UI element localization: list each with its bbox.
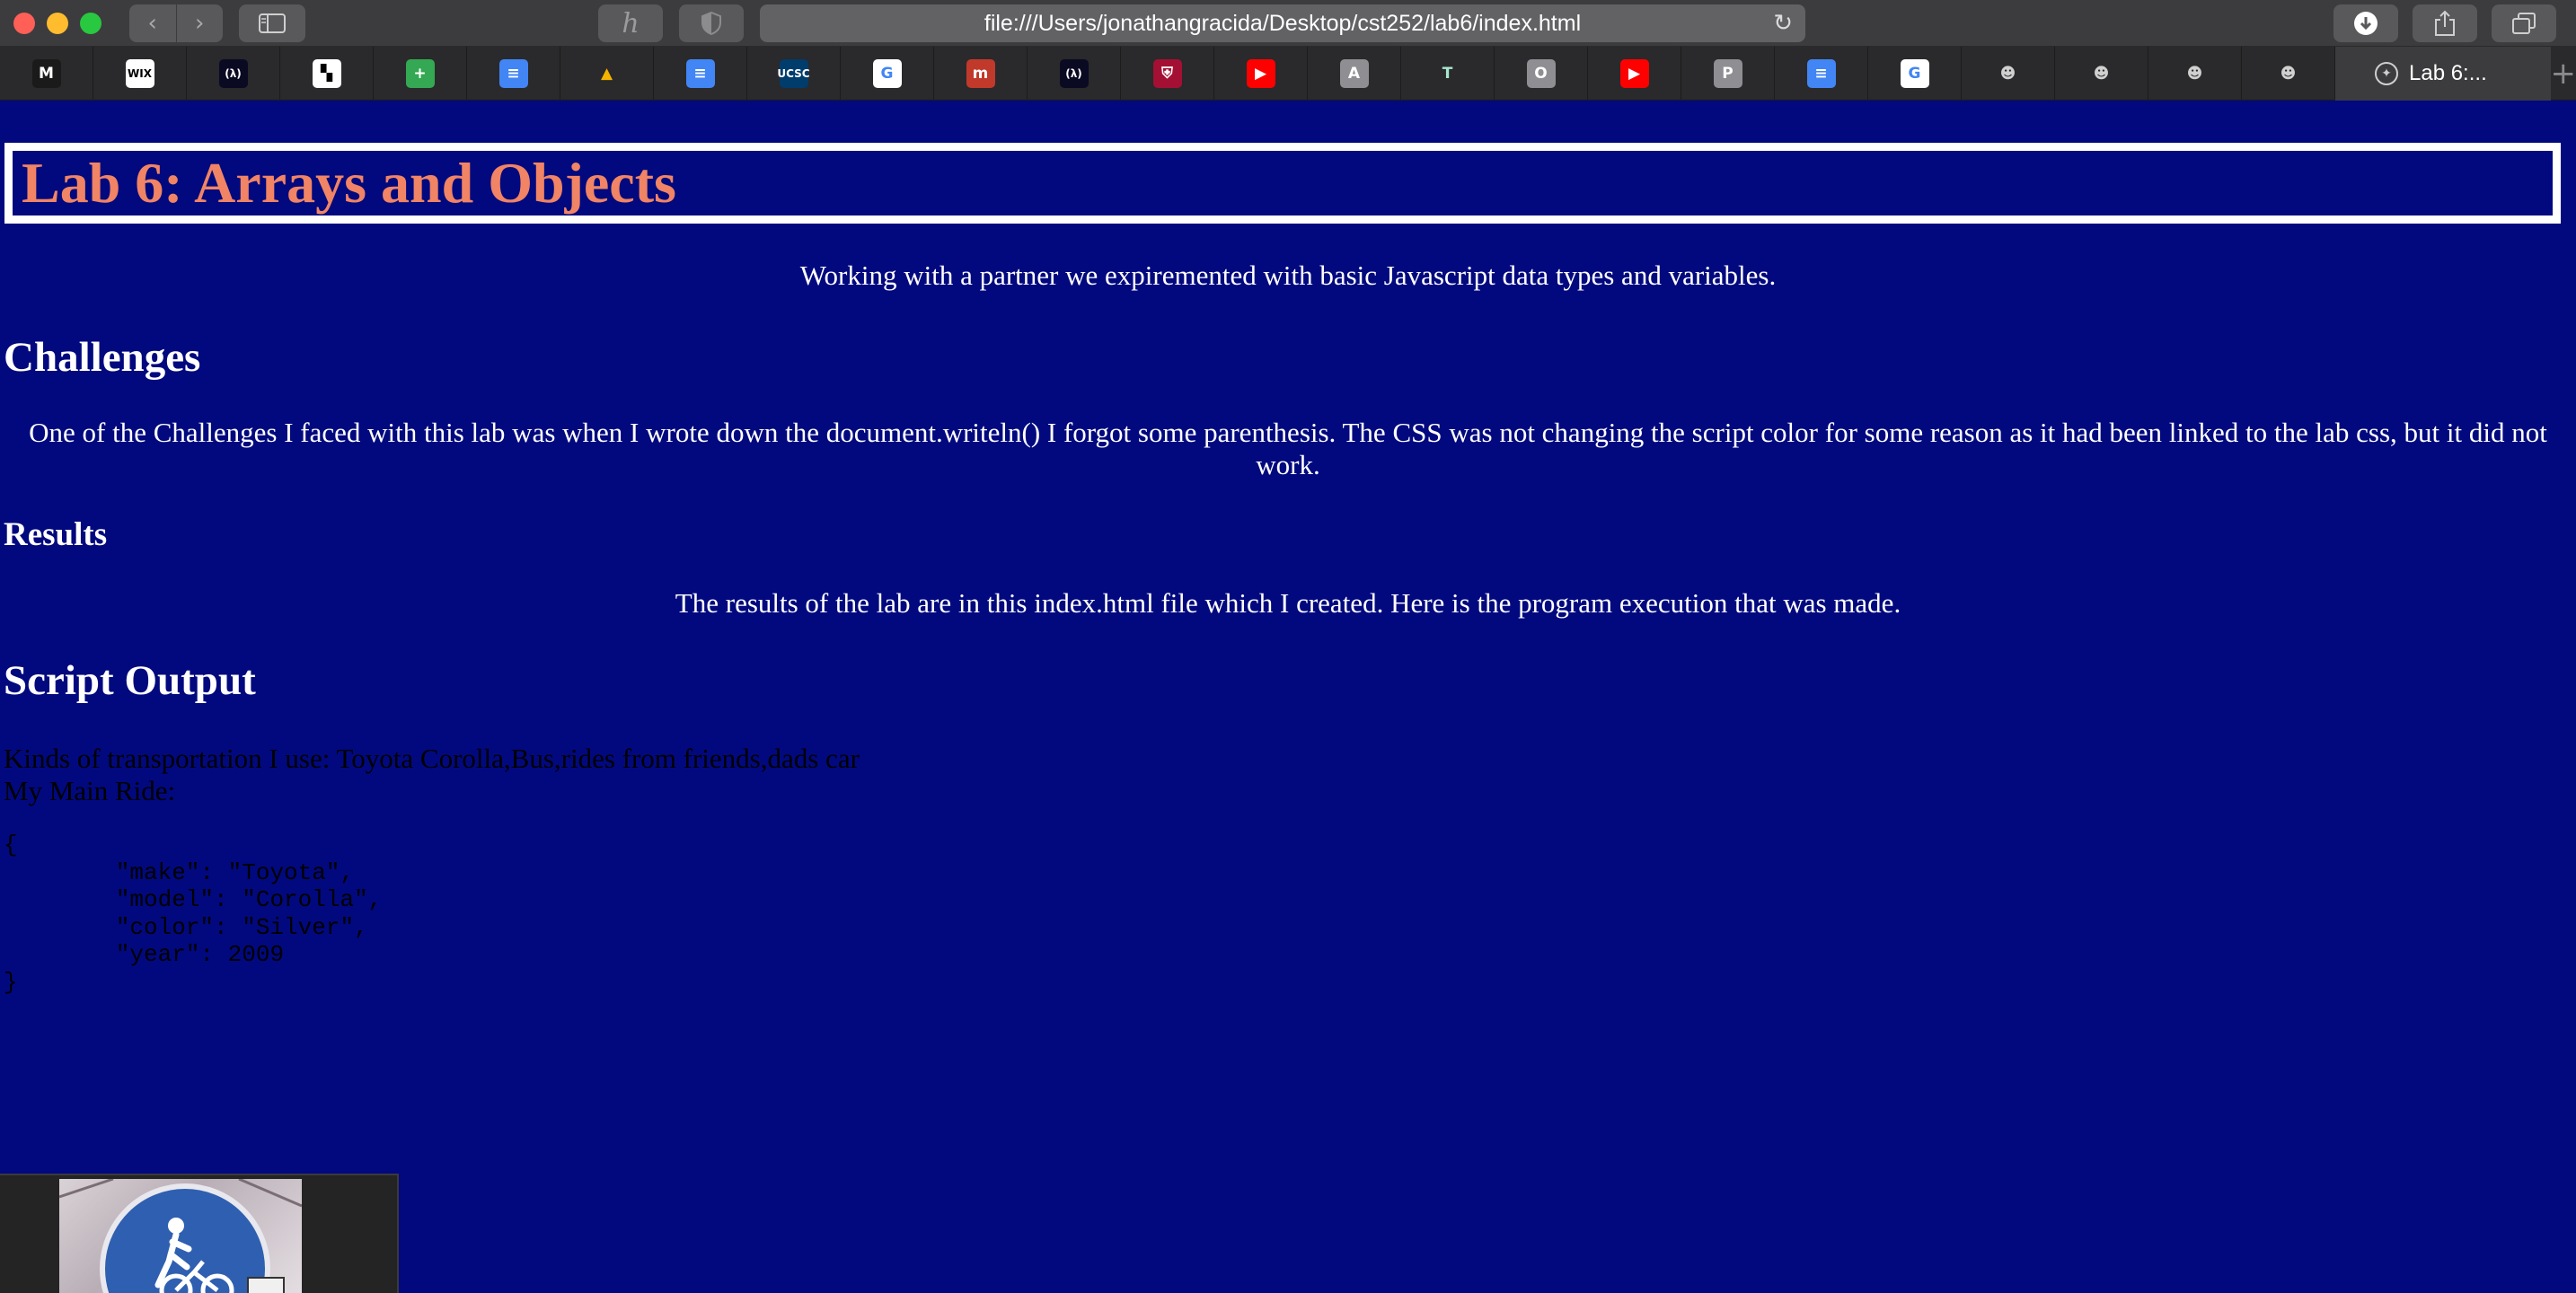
tab-strip: M WIX (λ) ▚ + ≡ ▲ ≡ UCSC Gm (λ) ⛨ ▶ A T O ▶ P ≡ G ☻ ☻ ☻ ☻ ✦ Lab… [0, 47, 2576, 101]
chevron-right-icon: › [195, 10, 205, 37]
nav-buttons: ‹ › [129, 4, 223, 42]
url-text: file:///Users/jonathangracida/Desktop/cs… [984, 10, 1582, 36]
pinned-tab[interactable]: G [1868, 47, 1962, 101]
github-icon: ☻ [2273, 59, 2303, 88]
medium-icon: M [31, 59, 61, 88]
google-docs-icon: ≡ [498, 59, 528, 88]
sidebar-toggle-button[interactable] [239, 4, 305, 42]
pinned-tabs: M WIX (λ) ▚ + ≡ ▲ ≡ UCSC Gm (λ) ⛨ ▶ A T O ▶ P ≡ G ☻ ☻ ☻ ☻ [0, 47, 2335, 101]
tabs-overview-icon [2512, 13, 2536, 34]
google-drive-icon: ▲ [592, 59, 622, 88]
pinned-tab[interactable]: ☻ [2242, 47, 2335, 101]
downloads-button[interactable] [2333, 4, 2398, 42]
results-paragraph: The results of the lab are in this index… [675, 587, 1901, 619]
freecodecamp-icon: (λ) [218, 59, 248, 88]
intro-paragraph: Working with a partner we expiremented w… [799, 259, 1777, 291]
minimize-window-button[interactable] [47, 13, 68, 34]
shield-icon [701, 12, 721, 35]
pinned-tab[interactable]: + [374, 47, 467, 101]
forward-button[interactable]: › [175, 4, 224, 42]
github-icon: ☻ [2086, 59, 2116, 88]
download-icon [2354, 12, 2378, 35]
pinned-tab[interactable]: ⛨ [1121, 47, 1214, 101]
challenges-heading: Challenges [4, 334, 201, 381]
letter-t-icon: T [1433, 59, 1462, 88]
github-icon: ☻ [2180, 59, 2210, 88]
ucsc-icon: UCSC [777, 59, 810, 88]
pinned-tab[interactable]: (λ) [1028, 47, 1121, 101]
pinned-tab[interactable]: (λ) [187, 47, 280, 101]
tab-active[interactable]: ✦ Lab 6:... [2335, 47, 2551, 101]
picture-in-picture-video[interactable] [0, 1174, 399, 1293]
youtube-icon: ▶ [1619, 59, 1649, 88]
pinned-tab[interactable]: G [841, 47, 934, 101]
pinned-tab[interactable]: ≡ [654, 47, 747, 101]
pinned-tab[interactable]: M [0, 47, 93, 101]
pinned-tab[interactable]: P [1681, 47, 1775, 101]
chess-icon: ▚ [312, 59, 341, 88]
letter-p-icon: P [1713, 59, 1742, 88]
google-icon: G [872, 59, 902, 88]
youtube-icon: ▶ [1246, 59, 1275, 88]
pinned-tab[interactable]: UCSC [747, 47, 841, 101]
freecodecamp-icon: (λ) [1059, 59, 1089, 88]
pinned-tab[interactable]: ▲ [560, 47, 654, 101]
pinned-tab[interactable]: ▚ [280, 47, 374, 101]
honey-extension-button[interactable]: h [598, 4, 663, 42]
pinned-tab[interactable]: T [1401, 47, 1495, 101]
main-ride-label: My Main Ride: [4, 775, 176, 806]
challenges-paragraph: One of the Challenges I faced with this … [29, 417, 2547, 480]
google-docs-icon: ≡ [1806, 59, 1836, 88]
wix-icon: WIX [125, 59, 154, 88]
show-all-tabs-button[interactable] [2492, 4, 2556, 42]
harvard-icon: ⛨ [1152, 59, 1182, 88]
results-heading: Results [4, 516, 108, 553]
address-bar[interactable]: file:///Users/jonathangracida/Desktop/cs… [760, 4, 1805, 42]
tab-title: Lab 6:... [2409, 61, 2487, 85]
page-title: Lab 6: Arrays and Objects [22, 151, 676, 215]
letter-o-icon: O [1526, 59, 1556, 88]
privacy-report-button[interactable] [679, 4, 744, 42]
pinned-tab[interactable]: m [934, 47, 1028, 101]
main-ride-json: { "make": "Toyota", "model": "Corolla", … [4, 831, 383, 996]
moodle-icon: m [966, 59, 995, 88]
script-output-heading: Script Output [4, 657, 256, 704]
share-icon [2435, 10, 2455, 36]
github-icon: ☻ [1993, 59, 2023, 88]
back-button[interactable]: ‹ [129, 4, 176, 42]
video-thumbnail [59, 1179, 302, 1293]
web-page: Lab 6: Arrays and Objects Working with a… [0, 101, 2576, 1293]
page-title-box: Lab 6: Arrays and Objects [4, 143, 2561, 224]
plus-icon: + [2550, 55, 2576, 92]
pinned-tab[interactable]: WIX [93, 47, 187, 101]
new-tab-button[interactable]: + [2551, 47, 2576, 100]
pinned-tab[interactable]: ☻ [2148, 47, 2242, 101]
bicycle-pedestrian-sign-image [59, 1179, 302, 1293]
pinned-tab[interactable]: ≡ [1775, 47, 1868, 101]
sidebar-icon [259, 13, 286, 33]
reload-icon[interactable]: ↻ [1773, 4, 1793, 42]
chevron-left-icon: ‹ [147, 10, 157, 37]
google-sheets-add-icon: + [405, 59, 435, 88]
pinned-tab[interactable]: A [1308, 47, 1401, 101]
close-window-button[interactable] [13, 13, 35, 34]
honey-icon: h [622, 7, 640, 40]
pinned-tab[interactable]: O [1495, 47, 1588, 101]
zoom-window-button[interactable] [80, 13, 101, 34]
google-docs-icon: ≡ [685, 59, 715, 88]
transportation-output: Kinds of transportation I use: Toyota Co… [4, 743, 860, 774]
pinned-tab[interactable]: ☻ [1962, 47, 2055, 101]
pinned-tab[interactable]: ☻ [2055, 47, 2148, 101]
pinned-tab[interactable]: ▶ [1214, 47, 1308, 101]
google-icon: G [1900, 59, 1929, 88]
pinned-tab[interactable]: ≡ [467, 47, 560, 101]
browser-toolbar: ‹ › h file:///Users/jonathangracida/Desk… [0, 0, 2576, 47]
compass-icon: ✦ [2375, 62, 2398, 85]
letter-a-icon: A [1339, 59, 1369, 88]
share-button[interactable] [2413, 4, 2477, 42]
pinned-tab[interactable]: ▶ [1588, 47, 1681, 101]
